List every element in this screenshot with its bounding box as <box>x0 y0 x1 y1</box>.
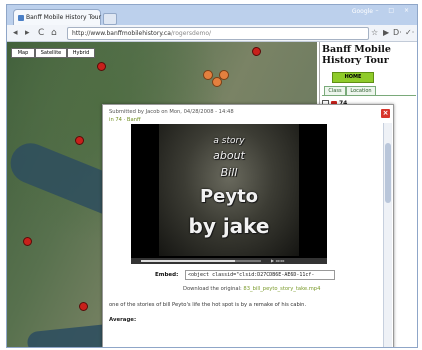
browser-window: Banff Mobile History Tour × Google – □ ×… <box>6 4 418 348</box>
home-nav-button[interactable]: HOME <box>332 72 374 83</box>
url-path: /rogersdemo/ <box>170 30 212 37</box>
average-rating-label: Average: <box>109 317 137 323</box>
page-viewport: Map Satellite Hybrid Banff Mobile Histor… <box>7 42 417 347</box>
video-control-icons[interactable]: ▶ ◂◂ ▸▸ <box>271 258 285 264</box>
sidebar-tabs: Class Location <box>322 85 416 96</box>
taxonomy-links[interactable]: in 74 · Banff <box>109 117 141 123</box>
map-marker-icon[interactable] <box>23 237 32 246</box>
bookmark-star-icon[interactable]: ☆ <box>371 27 378 39</box>
tools-menu-button[interactable]: D· <box>393 27 402 39</box>
video-caption-line: a story <box>213 136 245 146</box>
url-host: http://www.banffmobilehistory.ca <box>72 30 171 37</box>
video-controls[interactable]: ▶ ◂◂ ▸▸ <box>131 258 327 264</box>
popup-vertical-scrollbar[interactable] <box>383 123 392 347</box>
browser-tab[interactable]: Banff Mobile History Tour × <box>13 9 101 26</box>
favicon-icon <box>18 15 24 21</box>
embed-row: Embed: <object classid="clsid:D27CDB6E-A… <box>109 270 349 280</box>
map-marker-cluster-icon[interactable] <box>203 70 213 80</box>
tab-title: Banff Mobile History Tour <box>26 14 102 21</box>
embed-code-field[interactable]: <object classid="clsid:D27CDB6E-AE6D-11c… <box>185 270 335 280</box>
page-menu-button[interactable]: ▶ <box>383 27 389 39</box>
video-caption-line: about <box>213 149 245 162</box>
download-label: Download the original: <box>183 286 242 292</box>
submitted-info: Submitted by Jacob on Mon, 04/28/2008 - … <box>109 109 234 115</box>
new-tab-button[interactable] <box>103 13 117 25</box>
forward-button[interactable]: ▸ <box>25 27 30 39</box>
profile-label[interactable]: Google <box>352 8 373 15</box>
site-title: Banff Mobile History Tour <box>322 44 391 66</box>
map-marker-cluster-icon[interactable] <box>219 70 229 80</box>
video-caption-line: Peyto <box>199 186 259 207</box>
video-caption-line: by jake <box>188 214 270 238</box>
address-bar[interactable]: http://www.banffmobilehistory.ca/rogersd… <box>67 27 369 40</box>
map-marker-icon[interactable] <box>79 302 88 311</box>
video-caption-line: Bill <box>220 166 238 179</box>
download-line: Download the original: 83_bill_peyto_sto… <box>183 286 320 292</box>
story-description: one of the stories of bill Peyto's life … <box>109 302 307 308</box>
tab-class[interactable]: Class <box>324 86 346 95</box>
reload-button[interactable]: C <box>38 27 44 39</box>
close-icon[interactable]: × <box>381 109 390 118</box>
tab-strip: Banff Mobile History Tour × Google – □ × <box>7 5 417 26</box>
tab-location[interactable]: Location <box>346 86 376 95</box>
map-marker-icon[interactable] <box>97 62 106 71</box>
map-type-map-button[interactable]: Map <box>11 48 35 58</box>
map-type-hybrid-button[interactable]: Hybrid <box>67 48 95 58</box>
map-marker-icon[interactable] <box>252 47 261 56</box>
window-controls[interactable]: – □ × <box>375 7 413 14</box>
embed-label: Embed: <box>155 272 179 278</box>
map-marker-icon[interactable] <box>75 136 84 145</box>
wrench-menu-button[interactable]: ✓· <box>405 27 414 39</box>
home-button[interactable]: ⌂ <box>51 27 57 39</box>
browser-toolbar: ◂ ▸ C ⌂ http://www.banffmobilehistory.ca… <box>7 25 417 42</box>
video-progress-fill <box>141 260 235 262</box>
scrollbar-thumb[interactable] <box>385 143 391 203</box>
video-popup: Submitted by Jacob on Mon, 04/28/2008 - … <box>102 104 394 347</box>
video-player[interactable]: a story about Bill Peyto by jake ▶ ◂◂ ▸▸ <box>131 124 327 264</box>
map-type-satellite-button[interactable]: Satellite <box>35 48 67 58</box>
back-button[interactable]: ◂ <box>13 27 18 39</box>
download-link[interactable]: 83_bill_peyto_story_take.mp4 <box>243 286 320 292</box>
tab-close-icon[interactable]: × <box>92 10 97 26</box>
video-progress-bar[interactable] <box>141 260 261 262</box>
